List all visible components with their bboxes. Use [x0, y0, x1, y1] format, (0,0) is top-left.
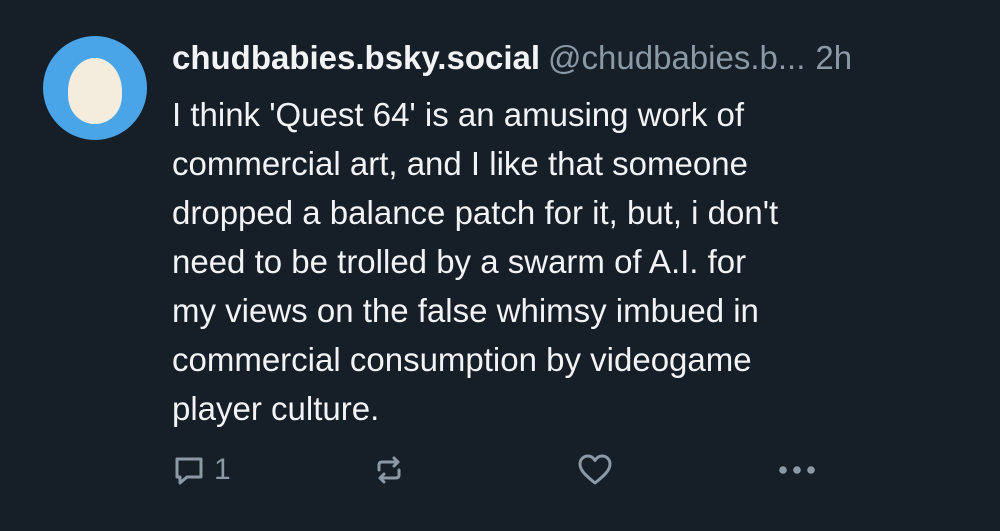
repost-icon [377, 456, 401, 484]
reply-count: 1 [214, 453, 231, 486]
avatar[interactable] [43, 36, 147, 140]
author-handle[interactable]: @chudbabies.b... [548, 39, 805, 76]
repost-button[interactable] [372, 446, 406, 494]
reply-button[interactable]: 1 [172, 446, 231, 494]
post-header: chudbabies.bsky.social @chudbabies.b... 2h [172, 34, 972, 82]
heart-icon [578, 454, 612, 485]
like-button[interactable] [577, 446, 613, 494]
reply-icon [175, 457, 203, 485]
post-text: I think 'Quest 64' is an amusing work of… [172, 96, 779, 427]
more-options-icon [779, 466, 815, 474]
post-actions: 1 [172, 446, 972, 494]
post-timestamp[interactable]: 2h [815, 39, 852, 76]
egg-avatar-icon [68, 58, 122, 124]
post: chudbabies.bsky.social @chudbabies.b... 2h… [0, 0, 1000, 531]
more-options-button[interactable] [777, 446, 817, 494]
author-display-name[interactable]: chudbabies.bsky.social [172, 39, 540, 76]
